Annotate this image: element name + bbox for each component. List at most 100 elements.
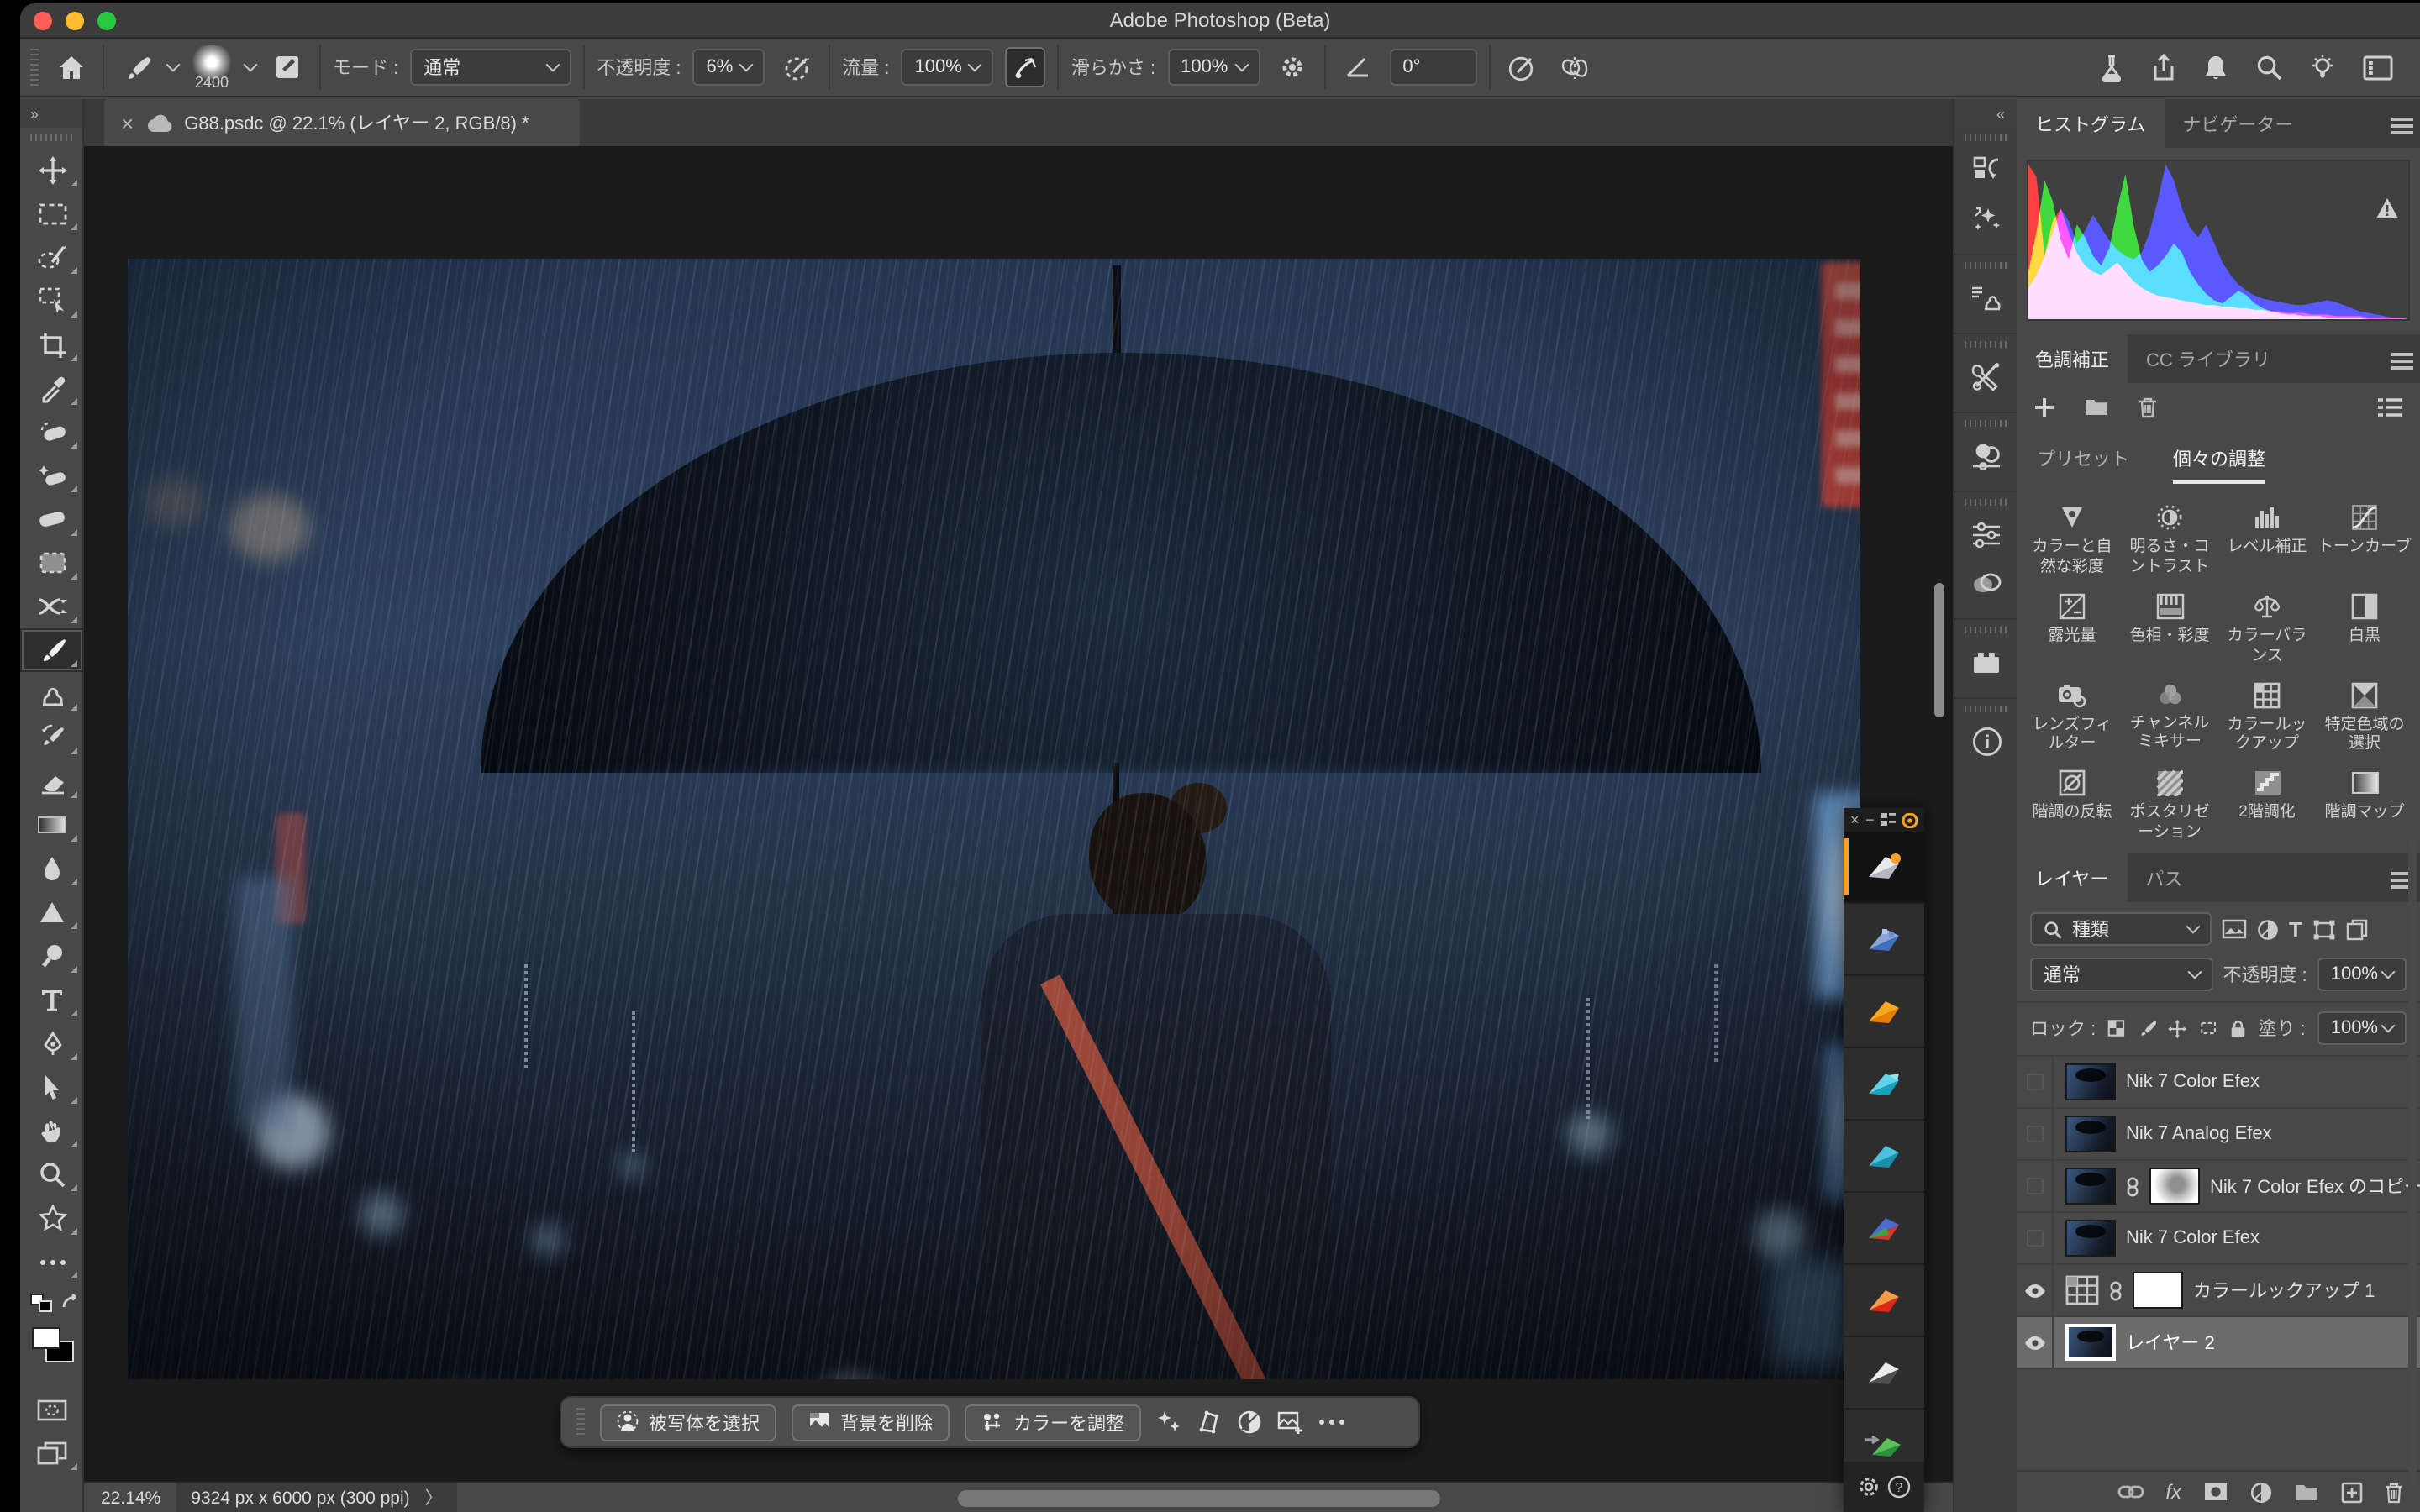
layer-blend-mode-select[interactable]: 通常 [2030, 958, 2212, 991]
brush-preview[interactable]: 2400 [190, 45, 234, 90]
plugin-minimize-icon[interactable]: − [1865, 811, 1875, 828]
layer-row[interactable]: Nik 7 Analog Efex [2017, 1109, 2420, 1161]
airbrush-icon[interactable] [1006, 47, 1046, 87]
layer-thumbnail[interactable] [2065, 1168, 2116, 1205]
filter-type-layers-icon[interactable]: T [2289, 916, 2302, 942]
canvas-horizontal-scrollbar[interactable] [958, 1490, 1440, 1507]
lock-pixels-brush-icon[interactable] [2137, 1017, 2156, 1039]
histogram-panel-menu-icon[interactable] [2391, 114, 2413, 138]
info-panel-icon[interactable] [1954, 719, 2018, 763]
canvas-vertical-scrollbar[interactable] [1934, 583, 1944, 717]
delete-layer-icon[interactable] [2385, 1481, 2403, 1503]
sharpen-tool[interactable] [20, 890, 84, 934]
visibility-toggle[interactable] [2017, 1109, 2054, 1159]
layer-filter-select[interactable]: 種類 [2030, 912, 2212, 946]
pressure-opacity-icon[interactable] [776, 47, 817, 87]
remove-tool[interactable] [20, 454, 84, 497]
dodge-tool[interactable] [20, 934, 84, 978]
select-subject-button[interactable]: 被写体を選択 [600, 1404, 776, 1441]
visibility-toggle[interactable] [2017, 1265, 2054, 1315]
adj-levels[interactable]: レベル補正 [2218, 504, 2316, 578]
adj-hue-saturation[interactable]: 色相・彩度 [2121, 593, 2218, 667]
clone-source-panel-icon[interactable] [1954, 276, 2018, 319]
adjustment-contrast-icon[interactable] [1237, 1410, 1262, 1435]
adj-photo-filter[interactable]: レンズフィルター [2023, 681, 2121, 755]
layer-mask-thumbnail[interactable] [2149, 1168, 2200, 1205]
adj-color-lookup[interactable]: カラールックアップ [2218, 681, 2316, 755]
add-image-icon[interactable] [1277, 1410, 1304, 1434]
plugin-help-icon[interactable]: ? [1887, 1475, 1911, 1499]
blend-mode-select[interactable]: 通常 [410, 49, 571, 86]
layer-row-selected[interactable]: レイヤー 2 [2017, 1317, 2420, 1369]
eyedropper-tool[interactable] [20, 366, 84, 410]
mask-link-icon[interactable] [2126, 1175, 2139, 1197]
swap-colors-icon[interactable] [60, 1294, 81, 1312]
plugin-item[interactable] [1844, 1048, 1924, 1121]
filter-adjustment-layers-icon[interactable] [2257, 918, 2279, 940]
layer-fill-field[interactable]: 100% [2317, 1011, 2407, 1045]
smoothing-gear-icon[interactable] [1271, 47, 1312, 87]
list-view-icon[interactable] [2376, 396, 2403, 417]
filter-smart-objects-icon[interactable] [2346, 918, 2368, 940]
lasso-tool[interactable] [20, 235, 84, 279]
document-info[interactable]: 9324 px x 6000 px (300 ppi) 〉 [176, 1483, 457, 1512]
history-brush-tool[interactable] [20, 716, 84, 759]
visibility-toggle[interactable] [2017, 1213, 2054, 1263]
search-icon[interactable] [2255, 54, 2282, 81]
new-group-folder-icon[interactable] [2084, 396, 2109, 417]
adj-black-white[interactable]: 白黒 [2316, 593, 2413, 667]
swap-arrows-tool[interactable] [20, 585, 84, 628]
plugin-item[interactable] [1844, 1337, 1924, 1410]
link-layers-icon[interactable] [2117, 1483, 2144, 1500]
pen-tool[interactable] [20, 1021, 84, 1065]
plugin-item[interactable] [1844, 1193, 1924, 1265]
document-tab[interactable]: × G88.psdc @ 22.1% (レイヤー 2, RGB/8) * [104, 99, 580, 146]
zoom-percentage[interactable]: 22.14% [101, 1488, 160, 1508]
add-adjustment-icon[interactable] [2033, 396, 2055, 417]
dock-collapse-icon[interactable]: « [1954, 99, 2017, 128]
adj-gradient-map[interactable]: 階調マップ [2316, 770, 2413, 844]
taskbar-drag-handle[interactable] [576, 1407, 585, 1437]
share-icon[interactable] [2151, 53, 2176, 81]
clone-stamp-tool[interactable] [20, 672, 84, 716]
plugins-panel-icon[interactable] [1954, 640, 2018, 684]
layer-opacity-field[interactable]: 100% [2317, 958, 2407, 991]
brush-tool-preset-icon[interactable] [116, 47, 156, 87]
foreground-color-swatch[interactable] [32, 1327, 60, 1349]
move-tool[interactable] [20, 148, 84, 192]
generative-sparkle-icon[interactable] [1156, 1410, 1181, 1435]
crop-tool[interactable] [20, 323, 84, 366]
tab-histogram[interactable]: ヒストグラム [2017, 99, 2164, 148]
close-tab-icon[interactable]: × [121, 110, 134, 135]
plugin-layout-icon[interactable] [1881, 813, 1896, 827]
photo-document[interactable] [128, 259, 1860, 1379]
filter-pixel-layers-icon[interactable] [2222, 919, 2247, 939]
transform-icon[interactable] [1197, 1410, 1222, 1435]
plugin-item[interactable] [1844, 1265, 1924, 1337]
adj-threshold[interactable]: 2階調化 [2218, 770, 2316, 844]
color-swatches[interactable] [20, 1327, 82, 1378]
layer-thumbnail[interactable] [2065, 1324, 2116, 1361]
workspace-switcher-icon[interactable] [2363, 55, 2393, 80]
marquee-tool[interactable] [20, 192, 84, 235]
tab-navigator[interactable]: ナビゲーター [2164, 99, 2312, 148]
shape-star-tool[interactable] [20, 1196, 84, 1240]
plugin-settings-gear-icon[interactable] [1857, 1475, 1881, 1499]
blur-tool[interactable] [20, 847, 84, 890]
lock-position-icon[interactable] [2168, 1017, 2187, 1039]
adj-exposure[interactable]: 露光量 [2023, 593, 2121, 667]
adjust-color-button[interactable]: カラーを調整 [965, 1404, 1141, 1441]
properties-panel-icon[interactable] [1954, 512, 2018, 556]
layer-row[interactable]: Nik 7 Color Efex [2017, 1057, 2420, 1109]
pressure-size-icon[interactable] [1502, 47, 1542, 87]
history-panel-icon[interactable] [1954, 148, 2018, 192]
taskbar-more-icon[interactable] [1319, 1420, 1344, 1425]
plugin-close-icon[interactable]: × [1850, 811, 1860, 828]
adj-selective-color[interactable]: 特定色域の選択 [2316, 681, 2413, 755]
subtab-presets[interactable]: プリセット [2037, 445, 2129, 484]
channels-panel-icon[interactable] [1954, 561, 2018, 605]
visibility-toggle[interactable] [2017, 1161, 2054, 1211]
brush-angle-field[interactable]: 0° [1389, 49, 1476, 86]
layer-row[interactable]: Nik 7 Color Efex のコピー [2017, 1161, 2420, 1213]
home-icon[interactable] [50, 47, 91, 87]
